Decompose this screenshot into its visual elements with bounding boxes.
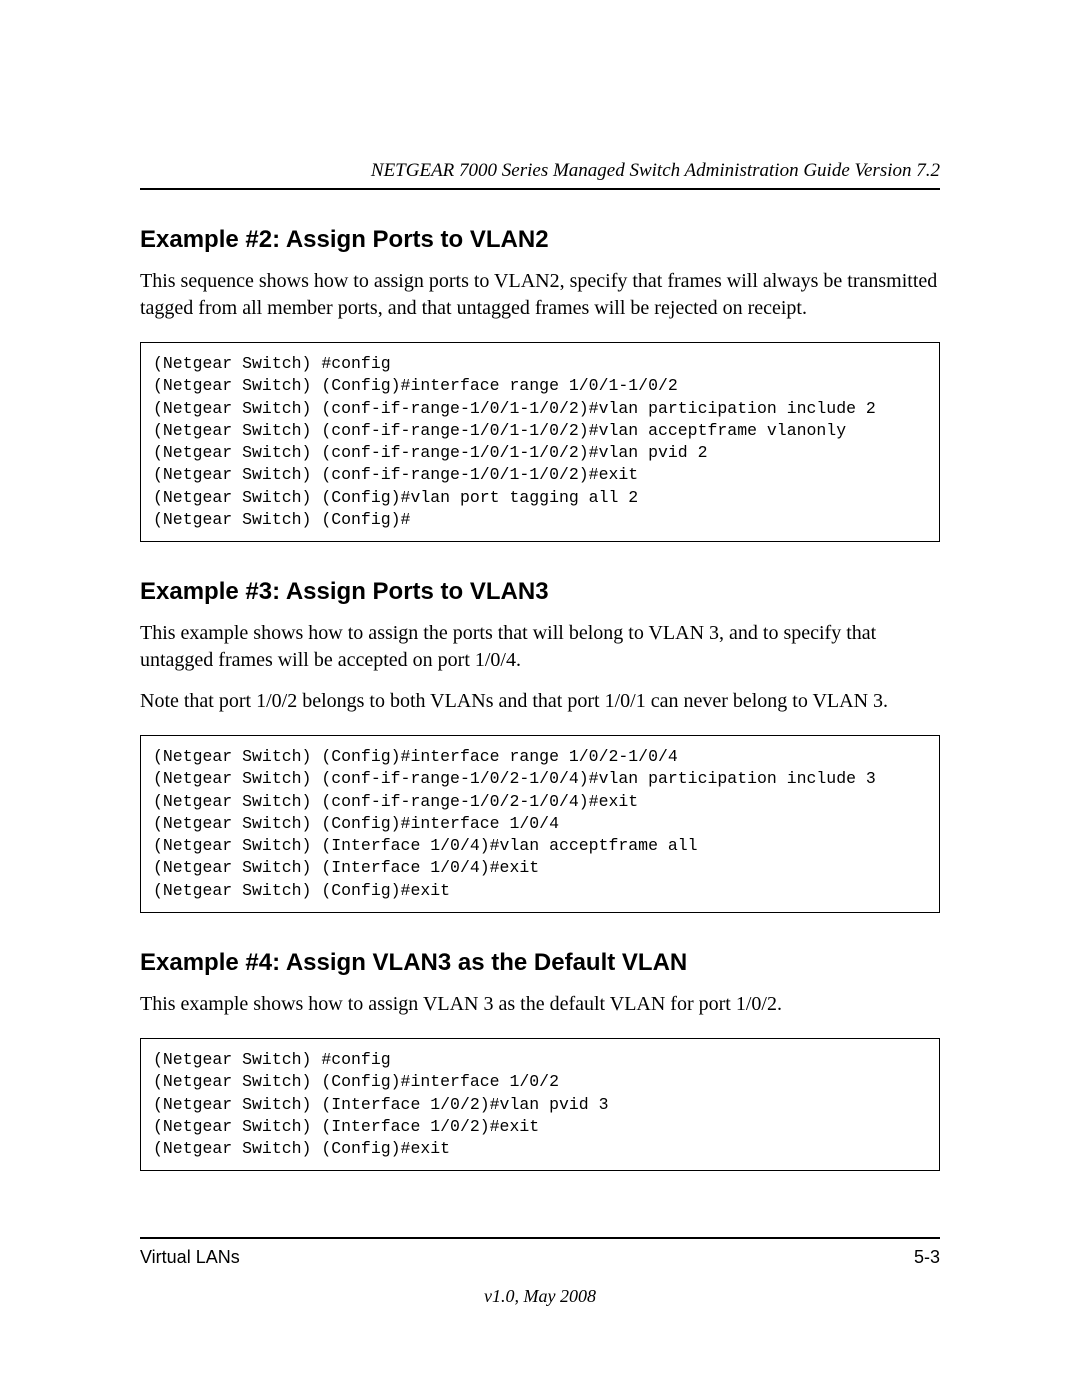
page-header: NETGEAR 7000 Series Managed Switch Admin…	[140, 160, 940, 190]
code-block-ex4: (Netgear Switch) #config (Netgear Switch…	[140, 1038, 940, 1171]
header-title: NETGEAR 7000 Series Managed Switch Admin…	[371, 160, 940, 181]
footer-version: v1.0, May 2008	[140, 1286, 940, 1307]
paragraph-ex2: This sequence shows how to assign ports …	[140, 268, 940, 322]
footer-page-number: 5-3	[914, 1247, 940, 1268]
heading-example-2: Example #2: Assign Ports to VLAN2	[140, 226, 940, 254]
footer-rule	[140, 1237, 940, 1239]
paragraph-ex4: This example shows how to assign VLAN 3 …	[140, 991, 940, 1018]
footer-row: Virtual LANs 5-3	[140, 1247, 940, 1268]
heading-example-3: Example #3: Assign Ports to VLAN3	[140, 578, 940, 606]
paragraph-ex3-2: Note that port 1/0/2 belongs to both VLA…	[140, 688, 940, 715]
paragraph-ex3-1: This example shows how to assign the por…	[140, 620, 940, 674]
footer-chapter: Virtual LANs	[140, 1247, 240, 1268]
page-footer: Virtual LANs 5-3 v1.0, May 2008	[140, 1237, 940, 1307]
heading-example-4: Example #4: Assign VLAN3 as the Default …	[140, 949, 940, 977]
code-block-ex2: (Netgear Switch) #config (Netgear Switch…	[140, 342, 940, 542]
code-block-ex3: (Netgear Switch) (Config)#interface rang…	[140, 735, 940, 913]
